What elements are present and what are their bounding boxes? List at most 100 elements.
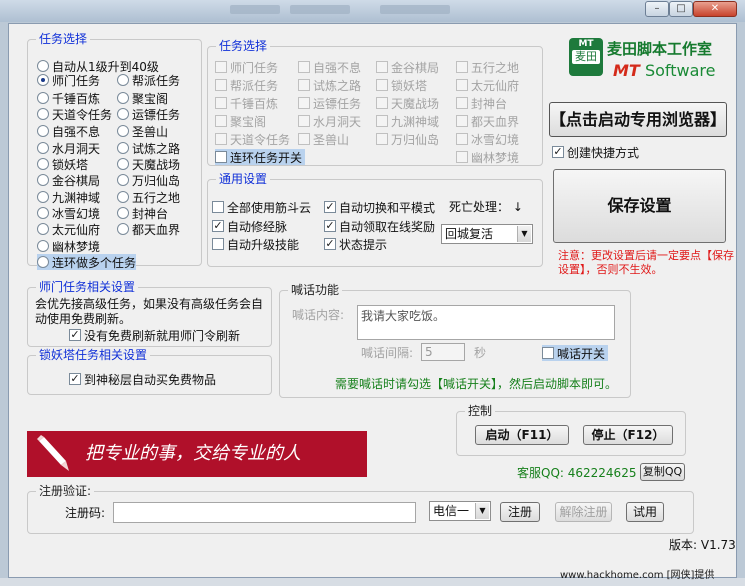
task-checkbox[interactable]: 幽林梦境 (456, 149, 519, 165)
create-shortcut-label: 创建快捷方式 (567, 145, 640, 160)
task-radio[interactable]: 自强不息 (37, 123, 100, 139)
maximize-button[interactable]: □ (669, 1, 693, 17)
isp-select[interactable]: 电信一 ▼ (429, 501, 491, 521)
task-checkbox[interactable]: 金谷棋局 (376, 59, 439, 75)
task-checkbox[interactable]: 千锤百炼 (215, 95, 278, 111)
radio-icon (37, 240, 49, 252)
task-radio-label: 聚宝阁 (132, 91, 169, 106)
shout-toggle-checkbox[interactable]: 喊话开关 (542, 345, 609, 361)
auto-upgrade-skill-checkbox[interactable]: 自动升级技能 (212, 236, 299, 252)
task-checkbox[interactable]: 连环任务开关 (215, 149, 306, 165)
full-jindou-checkbox[interactable]: 全部使用筋斗云 (212, 199, 311, 215)
unregister-button[interactable]: 解除注册 (555, 502, 612, 522)
radio-icon (117, 74, 129, 86)
logo-badge-icon: MT 麦田 (569, 38, 603, 76)
task-radio[interactable]: 太元仙府 (37, 221, 100, 237)
task-checkbox[interactable]: 自强不息 (298, 59, 361, 75)
task-checkbox-label: 水月洞天 (313, 114, 362, 129)
close-button[interactable]: ✕ (693, 1, 737, 17)
task-radio[interactable]: 天道令任务 (37, 106, 112, 122)
task-checkbox-label: 五行之地 (471, 60, 520, 75)
register-code-input[interactable] (113, 502, 416, 523)
task-checkbox[interactable]: 五行之地 (456, 59, 519, 75)
shout-interval-input[interactable]: 5 (421, 343, 465, 361)
task-checkbox-label: 连环任务开关 (230, 150, 303, 165)
task-checkbox-label: 幽林梦境 (471, 150, 520, 165)
shout-content-label: 喊话内容: (292, 308, 345, 322)
task-radio[interactable]: 五行之地 (117, 189, 180, 205)
task-checkbox-label: 冰雪幻境 (471, 132, 520, 147)
trial-button[interactable]: 试用 (626, 502, 664, 522)
task-checkbox[interactable]: 聚宝阁 (215, 113, 266, 129)
auto-online-reward-checkbox[interactable]: ✓ 自动领取在线奖励 (324, 218, 435, 234)
create-shortcut-checkbox[interactable]: ✓ 创建快捷方式 (552, 144, 639, 160)
auto-cultivate-checkbox[interactable]: ✓ 自动修经脉 (212, 218, 287, 234)
task-checkbox[interactable]: 圣兽山 (298, 131, 349, 147)
radio-icon (117, 207, 129, 219)
task-checkbox[interactable]: 天道令任务 (215, 131, 290, 147)
task-radio-label: 金谷棋局 (52, 173, 101, 188)
task-checkbox[interactable]: 太元仙府 (456, 77, 519, 93)
task-checkbox[interactable]: 锁妖塔 (376, 77, 427, 93)
task-radio[interactable]: 运镖任务 (117, 106, 180, 122)
task-select-2-title: 任务选择 (216, 38, 271, 54)
task-radio-label: 封神台 (132, 206, 169, 221)
save-settings-button[interactable]: 保存设置 (553, 169, 726, 243)
task-radio-label: 天道令任务 (52, 107, 113, 122)
task-checkbox[interactable]: 万归仙岛 (376, 131, 439, 147)
task-radio[interactable]: 试炼之路 (117, 140, 180, 156)
window-titlebar: – □ ✕ (0, 0, 745, 22)
copy-qq-button[interactable]: 复制QQ (640, 463, 685, 481)
task-radio[interactable]: 封神台 (117, 205, 168, 221)
minimize-button[interactable]: – (645, 1, 669, 17)
task-checkbox-label: 千锤百炼 (230, 96, 279, 111)
shimen-refresh-checkbox[interactable]: ✓ 没有免费刷新就用师门令刷新 (69, 327, 240, 343)
task-radio[interactable]: 连环做多个任务 (37, 254, 137, 270)
task-radio[interactable]: 万归仙岛 (117, 172, 180, 188)
task-checkbox[interactable]: 试炼之路 (298, 77, 361, 93)
stop-button[interactable]: 停止（F12） (583, 425, 673, 445)
start-button[interactable]: 启动（F11） (475, 425, 569, 445)
task-radio[interactable]: 聚宝阁 (117, 90, 168, 106)
death-option-select[interactable]: 回城复活 ▼ (441, 224, 533, 244)
task-radio[interactable]: 天魔战场 (117, 156, 180, 172)
suoyao-buy-checkbox[interactable]: ✓ 到神秘层自动买免费物品 (69, 371, 216, 387)
task-checkbox[interactable]: 九渊神域 (376, 113, 439, 129)
task-checkbox[interactable]: 帮派任务 (215, 77, 278, 93)
slogan-text: 把专业的事，交给专业的人 (85, 443, 301, 464)
launch-browser-button[interactable]: 【点击启动专用浏览器】 (549, 102, 727, 137)
logo-name: 麦田脚本工作室 (607, 40, 713, 58)
task-checkbox[interactable]: 运镖任务 (298, 95, 361, 111)
task-radio-label: 天魔战场 (132, 157, 181, 172)
task-radio-label: 五行之地 (132, 190, 181, 205)
status-hint-checkbox[interactable]: ✓ 状态提示 (324, 236, 387, 252)
task-checkbox-label: 天道令任务 (230, 132, 291, 147)
task-checkbox[interactable]: 天魔战场 (376, 95, 439, 111)
task-radio[interactable]: 千锤百炼 (37, 90, 100, 106)
radio-icon (37, 223, 49, 235)
task-checkbox[interactable]: 封神台 (456, 95, 507, 111)
task-select-title: 任务选择 (36, 31, 91, 47)
task-checkbox[interactable]: 都天血界 (456, 113, 519, 129)
task-radio[interactable]: 师门任务 (37, 72, 100, 88)
task-radio[interactable]: 冰雪幻境 (37, 205, 100, 221)
task-radio[interactable]: 都天血界 (117, 221, 180, 237)
radio-icon (37, 142, 49, 154)
task-checkbox[interactable]: 水月洞天 (298, 113, 361, 129)
register-button[interactable]: 注册 (500, 502, 540, 522)
task-radio[interactable]: 帮派任务 (117, 72, 180, 88)
task-radio[interactable]: 水月洞天 (37, 140, 100, 156)
task-checkbox[interactable]: 师门任务 (215, 59, 278, 75)
task-radio[interactable]: 金谷棋局 (37, 172, 100, 188)
blurred-title (380, 5, 450, 14)
task-radio[interactable]: 圣兽山 (117, 123, 168, 139)
auto-switch-peace-checkbox[interactable]: ✓ 自动切换和平模式 (324, 199, 435, 215)
task-radio-label: 千锤百炼 (52, 91, 101, 106)
shout-content-input[interactable]: 我请大家吃饭。 (357, 305, 615, 340)
task-checkbox-label: 聚宝阁 (230, 114, 267, 129)
task-radio[interactable]: 锁妖塔 (37, 156, 88, 172)
task-radio[interactable]: 幽林梦境 (37, 238, 100, 254)
task-checkbox[interactable]: 冰雪幻境 (456, 131, 519, 147)
task-radio[interactable]: 九渊神域 (37, 189, 100, 205)
radio-icon (117, 92, 129, 104)
